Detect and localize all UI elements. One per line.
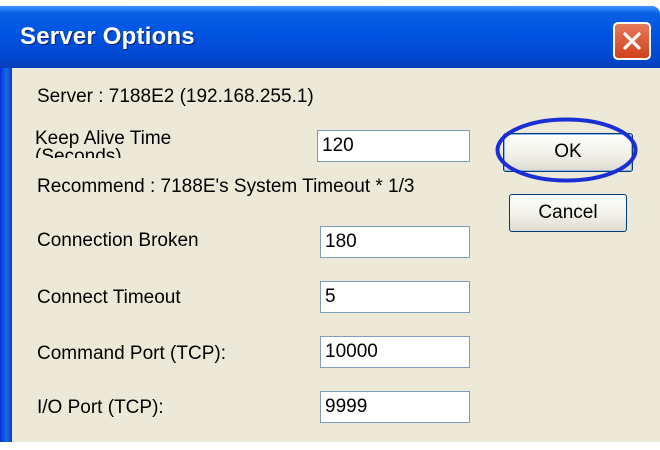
recommend-text: Recommend : 7188E's System Timeout * 1/3	[37, 176, 415, 197]
command-port-input[interactable]: 10000	[320, 336, 470, 368]
keep-alive-label-line2: (Seconds)	[35, 146, 122, 158]
cancel-button[interactable]: Cancel	[509, 194, 627, 232]
close-icon	[623, 32, 641, 50]
io-port-input[interactable]: 9999	[320, 391, 470, 423]
close-button[interactable]	[613, 22, 651, 60]
connect-timeout-input[interactable]: 5	[320, 281, 470, 313]
keep-alive-label: Keep Alive Time (Seconds)	[35, 130, 215, 158]
keep-alive-input[interactable]: 120	[317, 130, 470, 162]
server-info: Server : 7188E2 (192.168.255.1)	[37, 86, 314, 107]
bottom-edge	[0, 442, 660, 450]
server-options-dialog: Server Options Server : 7188E2 (192.168.…	[0, 0, 660, 450]
connect-timeout-label: Connect Timeout	[37, 287, 181, 308]
window-border	[0, 68, 12, 442]
io-port-label: I/O Port (TCP):	[37, 397, 164, 418]
highlight-circle	[495, 117, 638, 183]
command-port-label: Command Port (TCP):	[37, 343, 226, 364]
dialog-title: Server Options	[20, 23, 195, 50]
title-bar[interactable]: Server Options	[0, 6, 660, 68]
connection-broken-label: Connection Broken	[37, 230, 199, 251]
connection-broken-input[interactable]: 180	[320, 226, 470, 258]
